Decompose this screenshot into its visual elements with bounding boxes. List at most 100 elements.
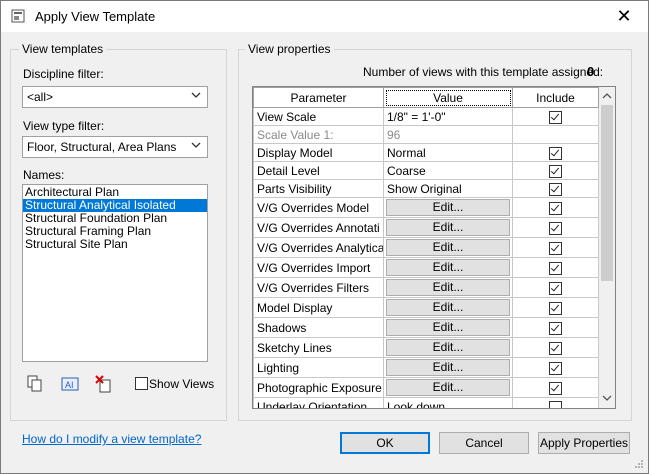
include-checkbox[interactable] xyxy=(549,164,562,178)
table-row[interactable]: Underlay Orientation Look down xyxy=(253,397,599,408)
title-bar: Apply View Template ✕ xyxy=(1,1,648,32)
edit-button[interactable]: Edit... xyxy=(386,219,510,236)
discipline-filter-select[interactable]: <all> xyxy=(22,86,208,108)
dialog-window: Apply View Template ✕ View templates Dis… xyxy=(0,0,649,474)
show-views-checkbox[interactable] xyxy=(135,377,148,390)
edit-button[interactable]: Edit... xyxy=(386,359,510,376)
include-checkbox[interactable] xyxy=(549,301,562,315)
edit-button[interactable]: Edit... xyxy=(386,339,510,356)
include-checkbox[interactable] xyxy=(549,110,562,124)
names-listbox[interactable]: Architectural Plan Structural Analytical… xyxy=(22,184,208,362)
value-cell[interactable]: Show Original xyxy=(383,179,513,198)
edit-button[interactable]: Edit... xyxy=(386,199,510,216)
include-checkbox[interactable] xyxy=(549,341,562,355)
include-cell xyxy=(512,107,599,126)
views-count-value: 0 xyxy=(587,64,595,79)
scroll-up-icon[interactable] xyxy=(602,91,612,101)
table-row[interactable]: V/G Overrides Model Edit... xyxy=(253,197,599,218)
scrollbar-thumb[interactable] xyxy=(601,105,613,281)
include-checkbox[interactable] xyxy=(549,361,562,375)
table-row[interactable]: Lighting Edit... xyxy=(253,357,599,378)
include-cell xyxy=(512,317,599,338)
edit-button[interactable]: Edit... xyxy=(386,239,510,256)
parameter-cell: Lighting xyxy=(253,357,384,378)
value-cell[interactable]: Normal xyxy=(383,143,513,162)
rename-icon[interactable]: AI xyxy=(60,374,80,394)
parameter-cell: Model Display xyxy=(253,297,384,318)
svg-text:AI: AI xyxy=(65,380,74,390)
include-checkbox[interactable] xyxy=(549,201,562,215)
include-cell xyxy=(512,143,599,162)
value-cell: Edit... xyxy=(383,237,513,258)
view-type-filter-value: Floor, Structural, Area Plans xyxy=(27,140,177,154)
include-cell xyxy=(512,397,599,408)
include-checkbox[interactable] xyxy=(549,261,562,275)
delete-icon[interactable] xyxy=(94,374,114,394)
value-cell: 96 xyxy=(383,125,513,144)
table-row[interactable]: V/G Overrides Analytica Edit... xyxy=(253,237,599,258)
table-row[interactable]: V/G Overrides Filters Edit... xyxy=(253,277,599,298)
view-type-filter-select[interactable]: Floor, Structural, Area Plans xyxy=(22,136,208,158)
value-cell[interactable]: Look down xyxy=(383,397,513,408)
table-row[interactable]: Detail Level Coarse xyxy=(253,161,599,180)
table-row[interactable]: View Scale 1/8" = 1'-0" xyxy=(253,107,599,126)
include-cell xyxy=(512,337,599,358)
table-row[interactable]: Photographic Exposure Edit... xyxy=(253,377,599,398)
value-cell: Edit... xyxy=(383,357,513,378)
table-row[interactable]: Sketchy Lines Edit... xyxy=(253,337,599,358)
include-checkbox[interactable] xyxy=(549,182,562,196)
help-link[interactable]: How do I modify a view template? xyxy=(22,432,201,446)
duplicate-icon[interactable] xyxy=(25,374,45,394)
edit-button[interactable]: Edit... xyxy=(386,279,510,296)
discipline-filter-label: Discipline filter: xyxy=(23,67,104,81)
include-checkbox[interactable] xyxy=(549,321,562,335)
include-cell xyxy=(512,297,599,318)
table-row[interactable]: V/G Overrides Annotati Edit... xyxy=(253,217,599,238)
column-header-include[interactable]: Include xyxy=(512,87,599,108)
include-checkbox[interactable] xyxy=(549,241,562,255)
resize-grip-icon[interactable] xyxy=(634,459,644,469)
table-row[interactable]: Display Model Normal xyxy=(253,143,599,162)
edit-button[interactable]: Edit... xyxy=(386,319,510,336)
include-checkbox[interactable] xyxy=(549,281,562,295)
parameter-cell: View Scale xyxy=(253,107,384,126)
include-cell xyxy=(512,197,599,218)
edit-button[interactable]: Edit... xyxy=(386,299,510,316)
table-row[interactable]: Scale Value 1: 96 xyxy=(253,125,599,144)
vertical-scrollbar[interactable] xyxy=(599,87,615,408)
include-checkbox[interactable] xyxy=(549,221,562,235)
table-row[interactable]: Model Display Edit... xyxy=(253,297,599,318)
table-row[interactable]: V/G Overrides Import Edit... xyxy=(253,257,599,278)
parameter-cell: V/G Overrides Filters xyxy=(253,277,384,298)
parameter-cell: Detail Level xyxy=(253,161,384,180)
include-checkbox[interactable] xyxy=(549,146,562,160)
edit-button[interactable]: Edit... xyxy=(386,259,510,276)
value-cell[interactable]: 1/8" = 1'-0" xyxy=(383,107,513,126)
include-cell xyxy=(512,179,599,198)
column-header-value[interactable]: Value xyxy=(383,87,513,108)
close-icon[interactable]: ✕ xyxy=(610,4,638,28)
parameter-cell: Underlay Orientation xyxy=(253,397,384,408)
app-icon xyxy=(11,9,25,23)
table-row[interactable]: Parts Visibility Show Original xyxy=(253,179,599,198)
cancel-button[interactable]: Cancel xyxy=(439,432,529,454)
column-header-parameter[interactable]: Parameter xyxy=(253,87,384,108)
scroll-down-icon[interactable] xyxy=(602,393,612,403)
ok-button[interactable]: OK xyxy=(340,432,430,454)
edit-button[interactable]: Edit... xyxy=(386,379,510,396)
view-properties-table: Parameter Value Include View Scale 1/8" =… xyxy=(252,86,616,409)
list-item[interactable]: Structural Site Plan xyxy=(23,238,207,251)
apply-properties-button[interactable]: Apply Properties xyxy=(538,432,630,454)
views-count-label: Number of views with this template assig… xyxy=(363,65,604,79)
include-cell xyxy=(512,257,599,278)
parameter-cell: V/G Overrides Model xyxy=(253,197,384,218)
parameter-cell: Shadows xyxy=(253,317,384,338)
chevron-down-icon xyxy=(191,142,201,148)
include-checkbox[interactable] xyxy=(549,400,562,408)
discipline-filter-value: <all> xyxy=(27,90,54,104)
value-cell: Edit... xyxy=(383,317,513,338)
parameter-cell: V/G Overrides Annotati xyxy=(253,217,384,238)
value-cell[interactable]: Coarse xyxy=(383,161,513,180)
table-row[interactable]: Shadows Edit... xyxy=(253,317,599,338)
include-checkbox[interactable] xyxy=(549,381,562,395)
